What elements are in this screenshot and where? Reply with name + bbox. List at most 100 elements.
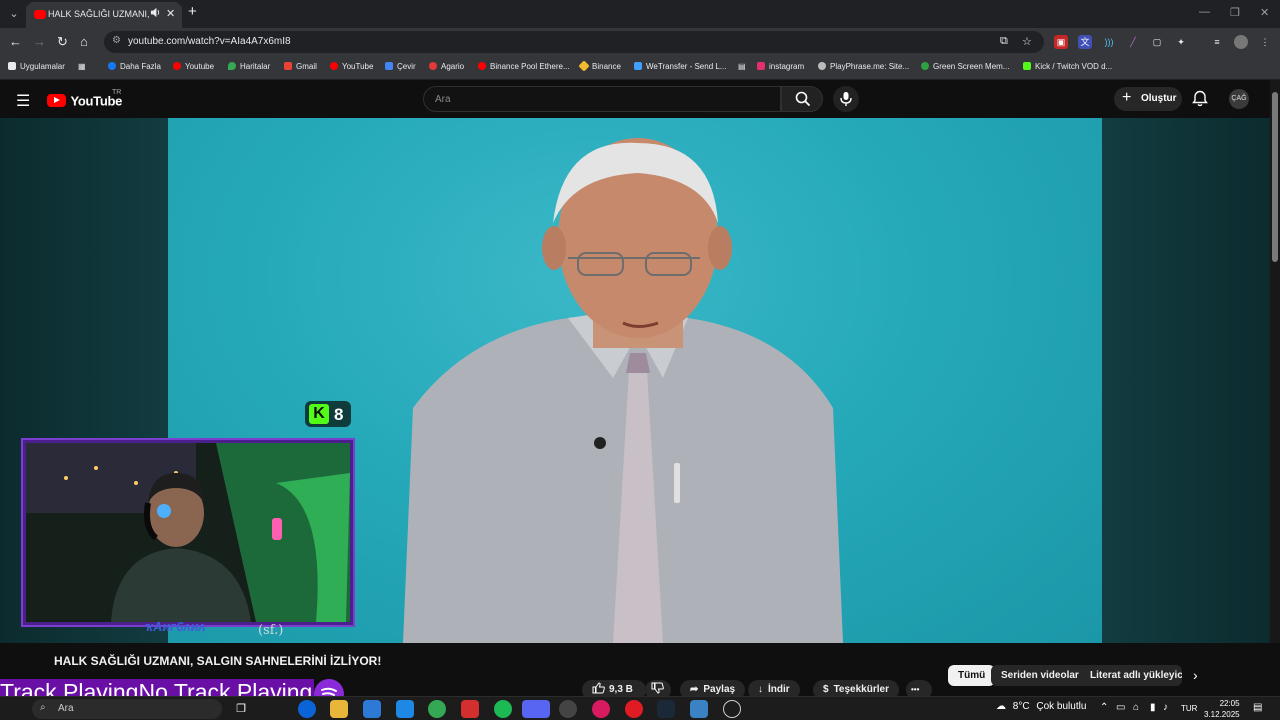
weather-description: Çok bulutlu bbox=[1036, 701, 1087, 712]
search-button[interactable] bbox=[781, 86, 823, 112]
bookmark-item[interactable]: Daha Fazla bbox=[108, 62, 161, 71]
minimize-icon[interactable]: — bbox=[1199, 6, 1210, 18]
translate-extension-icon[interactable]: 文 bbox=[1078, 35, 1092, 49]
account-avatar[interactable]: ÇAĞ bbox=[1229, 89, 1249, 109]
profile-avatar-icon[interactable] bbox=[1234, 35, 1248, 49]
back-icon[interactable]: ← bbox=[9, 34, 22, 49]
bookmark-item[interactable]: Çevir bbox=[385, 62, 416, 71]
bookmark-grid-button[interactable]: ▦ bbox=[78, 62, 86, 71]
mail-icon[interactable] bbox=[396, 700, 414, 718]
tray-chevron-icon[interactable]: ⌃ bbox=[1100, 702, 1108, 713]
notifications-bell-icon[interactable] bbox=[1192, 90, 1208, 112]
search-icon bbox=[795, 91, 811, 107]
like-count: 9,3 B bbox=[609, 684, 633, 695]
voicemod-icon[interactable] bbox=[461, 700, 479, 718]
discord-icon[interactable] bbox=[522, 700, 550, 718]
youtube-logo[interactable]: YouTube bbox=[47, 92, 122, 110]
bookmark-label: Gmail bbox=[296, 62, 317, 71]
chevron-right-icon[interactable]: › bbox=[1193, 667, 1198, 683]
reload-icon[interactable]: ↻ bbox=[57, 34, 68, 50]
microphone-tray-icon[interactable]: ▮ bbox=[1150, 702, 1156, 713]
wetransfer-icon bbox=[634, 62, 642, 70]
bookmark-label: Green Screen Mem... bbox=[933, 62, 1010, 71]
volume-icon[interactable]: ♪ bbox=[1163, 702, 1168, 713]
bookmark-item[interactable]: PlayPhrase.me: Site... bbox=[818, 62, 909, 71]
streamer-webcam-overlay bbox=[23, 440, 353, 625]
taskbar-clock[interactable]: 22:05 3.12.2025 bbox=[1204, 698, 1240, 720]
notification-center-icon[interactable]: ▤ bbox=[1253, 702, 1262, 713]
bookmark-label: Youtube bbox=[185, 62, 215, 71]
install-app-icon[interactable]: ⧉ bbox=[1000, 35, 1008, 48]
bookmark-item[interactable]: Binance Pool Ethere... bbox=[478, 62, 570, 71]
plus-icon: + bbox=[1122, 89, 1132, 106]
bookmark-folder-icon[interactable]: ▤ bbox=[738, 62, 746, 71]
language-indicator[interactable]: TUR bbox=[1181, 704, 1197, 713]
forward-icon[interactable]: → bbox=[33, 34, 46, 49]
media-control-icon[interactable]: ≡ bbox=[1210, 35, 1224, 49]
home-icon[interactable]: ⌂ bbox=[80, 34, 88, 49]
page-scrollbar[interactable] bbox=[1270, 80, 1280, 643]
file-explorer-icon[interactable] bbox=[330, 700, 348, 718]
bookmark-label: Binance Pool Ethere... bbox=[490, 62, 570, 71]
bookmark-star-icon[interactable]: ☆ bbox=[1022, 35, 1032, 48]
bookmark-label: Kick / Twitch VOD d... bbox=[1035, 62, 1113, 71]
extension-pen-icon[interactable]: ╱ bbox=[1126, 35, 1140, 49]
extension-wave-icon[interactable]: ))) bbox=[1102, 35, 1116, 49]
chrome-icon[interactable] bbox=[428, 700, 446, 718]
clock-time: 22:05 bbox=[1219, 699, 1240, 708]
chip-uploader[interactable]: Literat adlı yükleyicid bbox=[1080, 665, 1182, 686]
tab-close-icon[interactable]: ✕ bbox=[166, 7, 175, 20]
chip-all[interactable]: Tümü bbox=[948, 665, 996, 686]
kick-logo-icon: K bbox=[309, 404, 329, 424]
browser-menu-icon[interactable]: ⋮ bbox=[1258, 35, 1272, 49]
voice-search-button[interactable] bbox=[833, 86, 859, 112]
steam-icon[interactable] bbox=[657, 700, 675, 718]
weather-widget[interactable]: ☁ 8°C Çok bulutlu bbox=[996, 701, 1086, 712]
bookmark-item[interactable]: YouTube bbox=[330, 62, 373, 71]
spotify-taskbar-icon[interactable] bbox=[494, 700, 512, 718]
hamburger-menu-icon[interactable]: ☰ bbox=[16, 91, 30, 111]
obs-icon[interactable] bbox=[559, 700, 577, 718]
network-icon[interactable]: ⌂ bbox=[1133, 702, 1139, 713]
thumbs-down-icon bbox=[651, 682, 664, 694]
app-circle-icon[interactable] bbox=[723, 700, 741, 718]
app-blue-icon[interactable] bbox=[690, 700, 708, 718]
extension-new-icon[interactable]: ▣ bbox=[1054, 35, 1068, 49]
site-info-icon[interactable]: ⚙ bbox=[112, 35, 121, 46]
address-bar[interactable]: ⚙ youtube.com/watch?v=AIa4A7x6mI8 ⧉ ☆ bbox=[104, 31, 1044, 53]
bookmark-item[interactable]: Kick / Twitch VOD d... bbox=[1023, 62, 1112, 71]
bookmark-label: Daha Fazla bbox=[120, 62, 161, 71]
bookmark-item[interactable]: Agario bbox=[429, 62, 464, 71]
bookmark-item[interactable]: Uygulamalar bbox=[8, 62, 65, 71]
new-tab-button[interactable]: + bbox=[188, 3, 197, 20]
bookmark-item[interactable]: Binance bbox=[578, 60, 621, 72]
restore-icon[interactable]: ❐ bbox=[1230, 6, 1240, 19]
browser-tab-active[interactable]: HALK SAĞLIĞI UZMANI, SAL ✕ bbox=[26, 2, 182, 28]
bookmark-item[interactable]: Youtube bbox=[173, 62, 214, 71]
store-icon[interactable] bbox=[363, 700, 381, 718]
extensions-puzzle-icon[interactable]: ✦ bbox=[1174, 35, 1188, 49]
extension-picture-icon[interactable]: ▢ bbox=[1150, 35, 1164, 49]
create-button[interactable]: + Oluştur bbox=[1114, 87, 1182, 111]
speaker-icon[interactable] bbox=[150, 7, 161, 21]
app-red-icon[interactable] bbox=[592, 700, 610, 718]
bookmark-item[interactable]: Haritalar bbox=[228, 62, 270, 71]
search-input[interactable]: Ara bbox=[423, 86, 781, 112]
cloud-icon: ☁ bbox=[996, 701, 1006, 712]
chip-series-videos[interactable]: Seriden videolar bbox=[991, 665, 1089, 686]
share-label: Paylaş bbox=[703, 684, 736, 695]
bookmark-item[interactable]: instagram bbox=[757, 62, 804, 71]
bookmark-item[interactable]: Green Screen Mem... bbox=[921, 62, 1009, 71]
bookmark-item[interactable]: WeTransfer - Send L... bbox=[634, 62, 726, 71]
task-view-icon[interactable]: ❐ bbox=[232, 700, 250, 718]
bookmark-item[interactable]: Gmail bbox=[284, 62, 317, 71]
opera-icon[interactable] bbox=[625, 700, 643, 718]
scrollbar-thumb[interactable] bbox=[1272, 92, 1278, 262]
gmail-icon bbox=[284, 62, 292, 70]
taskbar-search[interactable]: ⌕ Ara bbox=[32, 699, 222, 719]
tray-app-icon[interactable]: ▭ bbox=[1116, 702, 1125, 713]
tab-search-button[interactable]: ⌄ bbox=[4, 4, 24, 24]
taskbar-search-icon: ⌕ bbox=[40, 702, 46, 713]
edge-icon[interactable] bbox=[298, 700, 316, 718]
window-close-icon[interactable]: ✕ bbox=[1260, 6, 1269, 19]
